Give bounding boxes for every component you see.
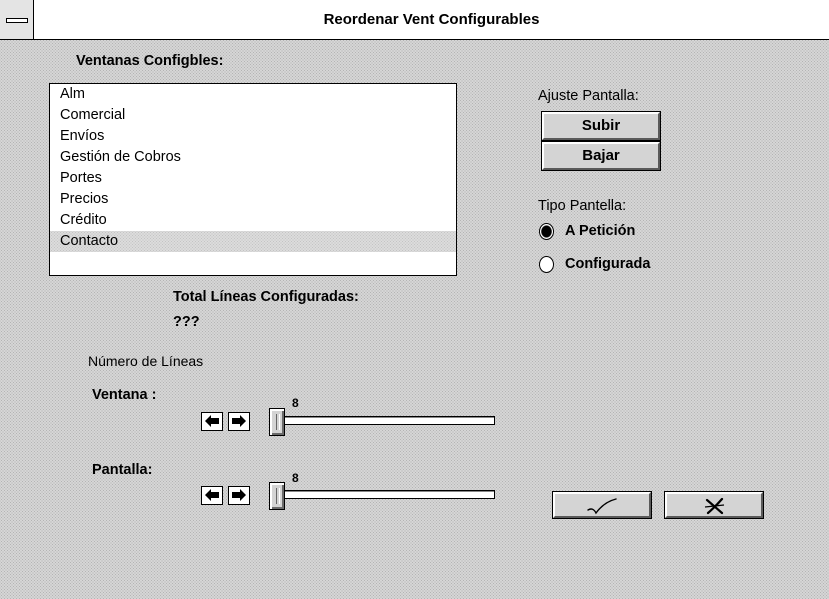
- list-item[interactable]: Envíos: [60, 126, 104, 147]
- list-item[interactable]: Alm: [60, 84, 85, 105]
- pantalla-slider-track[interactable]: [276, 490, 495, 499]
- numero-lineas-label: Número de Líneas: [88, 353, 204, 369]
- list-item-selected[interactable]: Contacto: [50, 231, 456, 252]
- subir-button[interactable]: Subir: [541, 111, 661, 141]
- left-arrow-icon: [205, 415, 219, 427]
- ventanas-label: Ventanas Configbles:: [76, 53, 224, 69]
- ventana-label: Ventana :: [92, 387, 157, 403]
- ventana-slider-value: 8: [292, 396, 299, 410]
- ok-button[interactable]: [552, 491, 652, 519]
- ventana-increase-button[interactable]: [228, 412, 250, 431]
- pantalla-slider-thumb[interactable]: [269, 482, 285, 510]
- system-menu-button[interactable]: [0, 0, 34, 39]
- configurada-label[interactable]: Configurada: [565, 256, 650, 272]
- list-item[interactable]: Crédito: [60, 210, 107, 231]
- total-lineas-value: ???: [173, 314, 200, 330]
- pantalla-increase-button[interactable]: [228, 486, 250, 505]
- tipo-pantalla-label: Tipo Pantella:: [538, 198, 627, 214]
- cancel-button[interactable]: [664, 491, 764, 519]
- bajar-button[interactable]: Bajar: [541, 141, 661, 171]
- total-lineas-label: Total Líneas Configuradas:: [173, 289, 359, 305]
- x-mark-icon: [704, 497, 725, 515]
- pantalla-label: Pantalla:: [92, 462, 153, 478]
- list-item[interactable]: Precios: [60, 189, 108, 210]
- radio-a-peticion[interactable]: [539, 223, 554, 240]
- list-item[interactable]: Comercial: [60, 105, 125, 126]
- window-title: Reordenar Vent Configurables: [323, 11, 540, 28]
- ventana-slider-track[interactable]: [276, 416, 495, 425]
- checkmark-icon: [587, 498, 617, 515]
- ajuste-pantalla-label: Ajuste Pantalla:: [538, 88, 639, 104]
- list-item[interactable]: Portes: [60, 168, 102, 189]
- ventana-slider-thumb[interactable]: [269, 408, 285, 436]
- list-item[interactable]: Gestión de Cobros: [60, 147, 181, 168]
- left-arrow-icon: [205, 489, 219, 501]
- slider-grip: [276, 414, 280, 430]
- slider-grip: [276, 488, 280, 504]
- a-peticion-label[interactable]: A Petición: [565, 223, 635, 239]
- system-menu-icon: [6, 18, 28, 23]
- ventana-decrease-button[interactable]: [201, 412, 223, 431]
- ventanas-listbox[interactable]: Alm Comercial Envíos Gestión de Cobros P…: [49, 83, 457, 276]
- right-arrow-icon: [232, 489, 246, 501]
- right-arrow-icon: [232, 415, 246, 427]
- radio-configurada[interactable]: [539, 256, 554, 273]
- pantalla-decrease-button[interactable]: [201, 486, 223, 505]
- pantalla-slider-value: 8: [292, 471, 299, 485]
